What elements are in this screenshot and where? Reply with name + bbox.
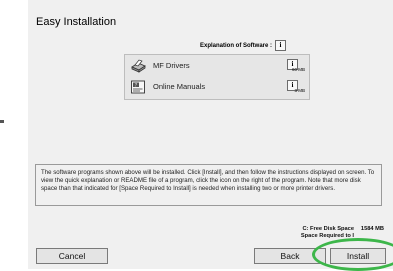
- item-size: 3 MB: [294, 88, 305, 93]
- install-button[interactable]: Install: [330, 248, 386, 264]
- disk-space-info: C: Free Disk Space 1584 MB Space Require…: [248, 226, 384, 240]
- free-space-value: 1584 MB: [360, 226, 384, 232]
- online-manual-icon: ?: [130, 79, 147, 95]
- free-space-label: C: Free Disk Space: [302, 226, 354, 232]
- side-marker: [0, 120, 4, 123]
- dialog-title: Easy Installation: [36, 16, 117, 28]
- list-item-mf-drivers[interactable]: MF Drivers i 60 MB: [125, 57, 309, 76]
- back-button[interactable]: Back: [254, 248, 326, 264]
- required-space-label: Space Required to I: [300, 233, 354, 239]
- installer-dialog: Easy Installation Explanation of Softwar…: [28, 0, 393, 271]
- printer-driver-icon: [130, 58, 147, 74]
- info-icon[interactable]: i: [275, 40, 287, 51]
- software-list: MF Drivers i 60 MB ? Online Manuals i 3 …: [124, 54, 310, 100]
- item-size: 60 MB: [291, 67, 305, 72]
- cancel-button[interactable]: Cancel: [36, 248, 108, 264]
- item-label: Online Manuals: [153, 82, 206, 91]
- item-label: MF Drivers: [153, 61, 190, 70]
- explanation-label: Explanation of Software :: [200, 42, 273, 49]
- list-item-online-manuals[interactable]: ? Online Manuals i 3 MB: [125, 78, 309, 97]
- required-space-value: [354, 233, 384, 240]
- description-text: The software programs shown above will b…: [35, 164, 382, 206]
- explanation-row: Explanation of Software : i: [200, 40, 287, 51]
